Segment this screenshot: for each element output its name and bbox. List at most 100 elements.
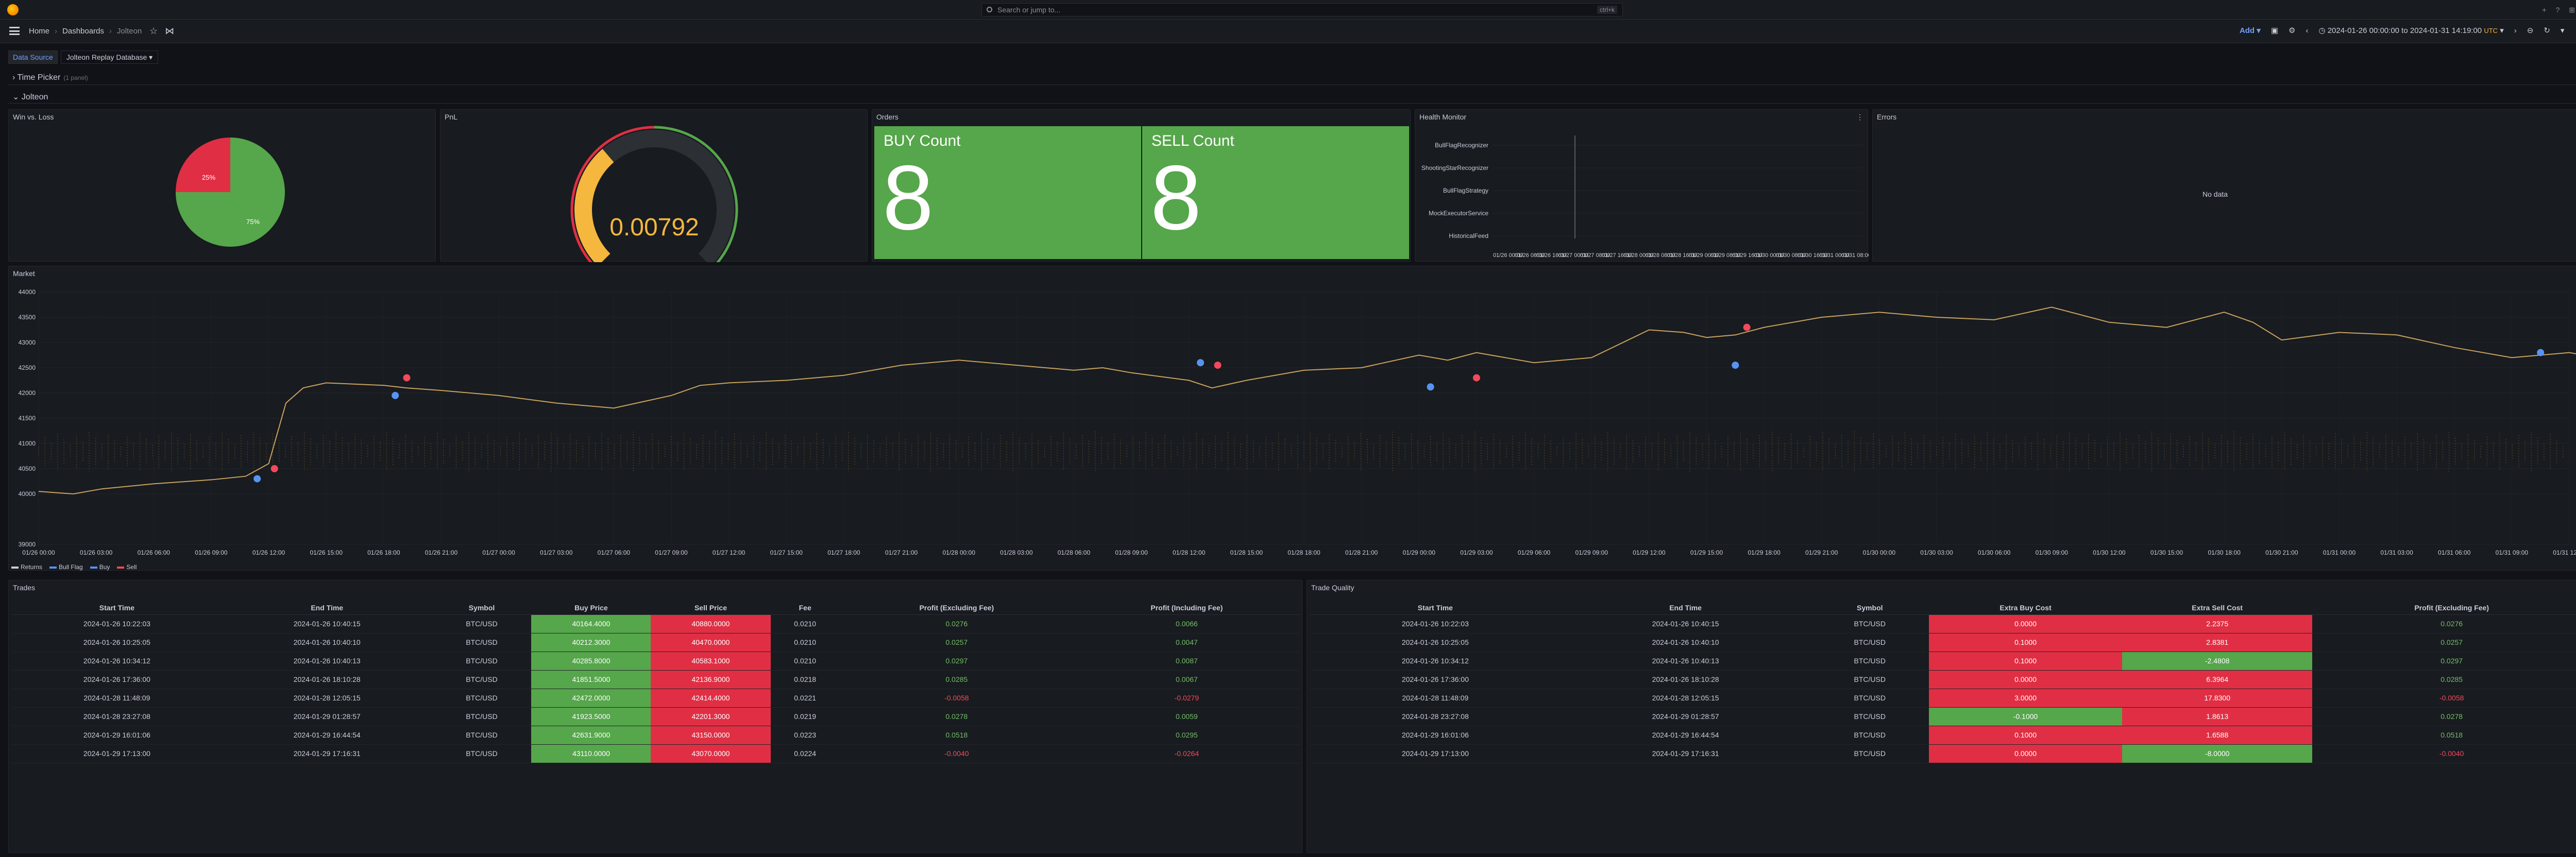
column-header[interactable]: Extra Buy Cost <box>1929 601 2123 615</box>
row-jolteon-label: Jolteon <box>21 93 48 101</box>
table-row[interactable]: 2024-01-29 16:01:06 2024-01-29 16:44:54 BT… <box>12 726 1300 745</box>
table-cell: 2024-01-26 10:40:13 <box>222 652 432 671</box>
settings-icon[interactable]: ⚙ <box>2289 26 2295 35</box>
panel-errors[interactable]: Errors No data <box>1872 109 2576 262</box>
column-header[interactable]: Symbol <box>432 601 532 615</box>
legend-item[interactable]: Sell <box>117 563 137 571</box>
table-cell: BTC/USD <box>432 726 532 745</box>
table-row[interactable]: 2024-01-26 10:22:03 2024-01-26 10:40:15 BT… <box>12 614 1300 633</box>
row-time-picker[interactable]: › Time Picker (1 panel) <box>12 73 88 82</box>
breadcrumb-dashboards[interactable]: Dashboards <box>62 27 104 36</box>
add-button[interactable]: Add ▾ <box>2240 26 2261 35</box>
plus-icon[interactable]: + <box>2542 6 2546 14</box>
table-row[interactable]: 2024-01-26 17:36:00 2024-01-26 18:10:28 BT… <box>12 670 1300 689</box>
column-header[interactable]: Extra Sell Cost <box>2122 601 2313 615</box>
table-cell: 2024-01-29 17:16:31 <box>222 744 432 763</box>
table-row[interactable]: 2024-01-29 17:13:00 2024-01-29 17:16:31 BT… <box>1310 744 2576 763</box>
table-cell: 0.1000 <box>1929 652 2123 671</box>
search-placeholder: Search or jump to... <box>997 6 1061 14</box>
table-cell: 43110.0000 <box>531 744 651 763</box>
column-header[interactable]: Buy Price <box>531 601 651 615</box>
x-tick-label: 01/26 18:00 <box>367 549 400 556</box>
panel-pnl[interactable]: PnL 0.00792 <box>440 109 868 262</box>
column-header[interactable]: End Time <box>222 601 432 615</box>
refresh-interval-icon[interactable]: ▾ <box>2561 26 2565 35</box>
time-range-picker[interactable]: ◷ 2024-01-26 00:00:00 to 2024-01-31 14:1… <box>2318 26 2503 35</box>
service-label: BullFlagStrategy <box>1443 187 1488 194</box>
star-icon[interactable]: ☆ <box>149 26 158 37</box>
table-cell: 2024-01-26 10:40:13 <box>1560 652 1811 671</box>
table-cell: 0.0285 <box>839 670 1074 689</box>
panel-health-monitor[interactable]: Health Monitor ⋮ BullFlagRecognizer Shoot… <box>1415 109 1869 262</box>
sell-count-value: 8 <box>1150 146 1201 249</box>
buy-count-stat: BUY Count 8 <box>874 126 1141 259</box>
table-row[interactable]: 2024-01-28 11:48:09 2024-01-28 12:05:15 BT… <box>1310 689 2576 708</box>
table-row[interactable]: 2024-01-26 10:34:12 2024-01-26 10:40:13 BT… <box>1310 652 2576 671</box>
x-tick-label: 01/29 00:00 <box>1403 549 1436 556</box>
table-cell: 43150.0000 <box>651 726 771 745</box>
news-icon[interactable]: ⊞ <box>2569 6 2575 14</box>
panel-orders[interactable]: Orders BUY Count 8 SELL Count 8 <box>872 109 1411 262</box>
column-header[interactable]: Start Time <box>1310 601 1561 615</box>
time-back-icon[interactable]: ‹ <box>2306 26 2308 35</box>
table-row[interactable]: 2024-01-26 10:25:05 2024-01-26 10:40:10 BT… <box>12 633 1300 652</box>
legend-item[interactable]: Returns <box>11 563 42 571</box>
panel-trades[interactable]: Trades Start Time End Time Symbol Buy Price… <box>8 580 1302 853</box>
table-cell: 2024-01-26 18:10:28 <box>222 670 432 689</box>
table-cell: BTC/USD <box>1810 707 1929 726</box>
x-tick-label: 01/29 06:00 <box>1518 549 1551 556</box>
column-header[interactable]: Start Time <box>12 601 222 615</box>
search-input[interactable]: Search or jump to... ctrl+k <box>981 3 1623 16</box>
grafana-logo-icon[interactable] <box>7 4 19 15</box>
y-tick-label: 42500 <box>19 364 36 371</box>
legend-swatch <box>117 566 125 569</box>
column-header[interactable]: Sell Price <box>651 601 771 615</box>
x-tick-label: 01/27 18:00 <box>827 549 860 556</box>
legend-item[interactable]: Buy <box>90 563 110 571</box>
refresh-icon[interactable]: ↻ <box>2544 26 2550 35</box>
table-cell: 2024-01-29 16:44:54 <box>222 726 432 745</box>
zoom-out-icon[interactable]: ⊖ <box>2527 26 2534 35</box>
table-row[interactable]: 2024-01-29 16:01:06 2024-01-29 16:44:54 BT… <box>1310 726 2576 745</box>
table-cell: BTC/USD <box>432 614 532 633</box>
table-cell: 42631.9000 <box>531 726 651 745</box>
table-cell: 2024-01-29 17:13:00 <box>12 744 222 763</box>
pie-slice-loss <box>176 138 230 192</box>
column-header[interactable]: Profit (Including Fee) <box>1073 601 1300 615</box>
breadcrumb-home[interactable]: Home <box>29 27 49 36</box>
table-cell: 0.0047 <box>1073 633 1300 652</box>
table-row[interactable]: 2024-01-28 23:27:08 2024-01-29 01:28:57 BT… <box>12 707 1300 726</box>
legend-item[interactable]: Bull Flag <box>49 563 83 571</box>
table-row[interactable]: 2024-01-29 17:13:00 2024-01-29 17:16:31 BT… <box>12 744 1300 763</box>
variable-row: Data Source Jolteon Replay Database ▾ <box>8 50 159 64</box>
table-row[interactable]: 2024-01-28 23:27:08 2024-01-29 01:28:57 BT… <box>1310 707 2576 726</box>
help-icon[interactable]: ? <box>2555 6 2560 14</box>
table-cell: BTC/USD <box>1810 670 1929 689</box>
x-tick-label: 01/31 03:00 <box>2380 549 2413 556</box>
share-icon[interactable]: ⋈ <box>165 26 174 37</box>
table-row[interactable]: 2024-01-26 10:34:12 2024-01-26 10:40:13 BT… <box>12 652 1300 671</box>
time-forward-icon[interactable]: › <box>2514 26 2517 35</box>
column-header[interactable]: Profit (Excluding Fee) <box>839 601 1074 615</box>
table-row[interactable]: 2024-01-26 17:36:00 2024-01-26 18:10:28 BT… <box>1310 670 2576 689</box>
datasource-select[interactable]: Jolteon Replay Database ▾ <box>60 50 159 64</box>
table-cell: 0.0518 <box>2312 726 2576 745</box>
menu-icon[interactable] <box>9 27 20 35</box>
table-row[interactable]: 2024-01-26 10:22:03 2024-01-26 10:40:15 BT… <box>1310 614 2576 633</box>
x-tick-label: 01/29 09:00 <box>1575 549 1608 556</box>
column-header[interactable]: Fee <box>770 601 840 615</box>
table-cell: BTC/USD <box>1810 689 1929 708</box>
panel-trade-quality[interactable]: Trade Quality Start Time End Time Symbol Ex… <box>1307 580 2576 853</box>
column-header[interactable]: Symbol <box>1810 601 1929 615</box>
table-row[interactable]: 2024-01-28 11:48:09 2024-01-28 12:05:15 BT… <box>12 689 1300 708</box>
table-row[interactable]: 2024-01-26 10:25:05 2024-01-26 10:40:10 BT… <box>1310 633 2576 652</box>
column-header[interactable]: Profit (Excluding Fee) <box>2312 601 2576 615</box>
save-icon[interactable]: ▣ <box>2271 26 2278 35</box>
panel-market[interactable]: Market 39000 40000 40500 41000 41500 42000 425… <box>8 266 2576 571</box>
table-cell: 0.0087 <box>1073 652 1300 671</box>
row-jolteon[interactable]: ⌄ Jolteon <box>12 92 48 102</box>
x-tick-label: 01/30 03:00 <box>1920 549 1953 556</box>
panel-win-loss[interactable]: Win vs. Loss 25% 75% <box>8 109 436 262</box>
x-tick-label: 01/26 21:00 <box>425 549 458 556</box>
column-header[interactable]: End Time <box>1560 601 1811 615</box>
